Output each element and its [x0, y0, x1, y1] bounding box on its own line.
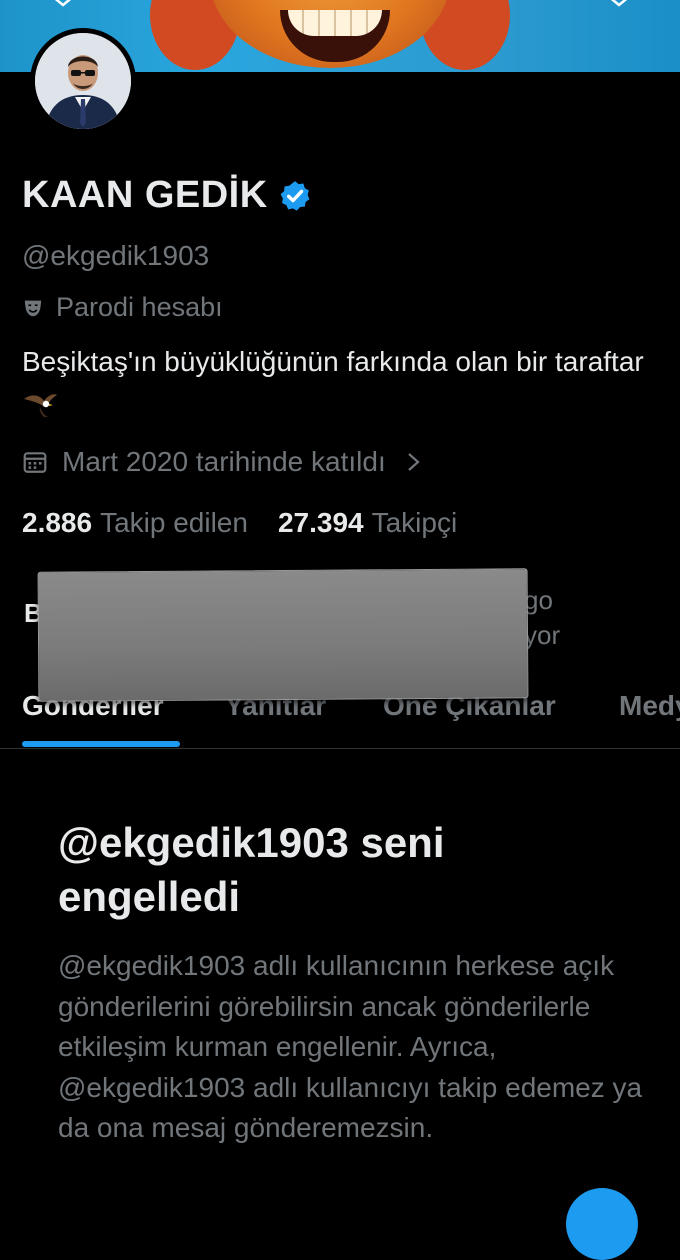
tab-media[interactable]: Medya	[619, 690, 680, 722]
parody-account-label: Parodi hesabı	[22, 292, 223, 323]
chevron-right-icon	[408, 453, 420, 471]
theater-mask-icon	[24, 300, 42, 316]
blocked-description: @ekgedik1903 adlı kullanıcının herkese a…	[58, 950, 643, 1143]
following-label: Takip edilen	[100, 507, 248, 538]
profile-name-row: KAAN GEDİK	[22, 174, 312, 217]
followed-by-text-line1: go	[524, 585, 553, 615]
following-count: 2.886	[22, 507, 93, 538]
profile-name: KAAN GEDİK	[22, 174, 268, 216]
follow-stats: 2.886 Takip edilen 27.394 Takipçi	[22, 507, 487, 539]
followers-label: Takipçi	[371, 507, 458, 538]
parody-label-text: Parodi hesabı	[56, 292, 223, 322]
following-link[interactable]: 2.886 Takip edilen	[22, 507, 248, 539]
chevron-down-icon	[610, 0, 628, 7]
chevron-down-icon	[54, 0, 72, 7]
profile-handle: @ekgedik1903	[22, 240, 210, 271]
active-tab-indicator	[22, 741, 180, 747]
profile-bio-text: Beşiktaş'ın büyüklüğünün farkında olan b…	[22, 346, 644, 377]
calendar-icon	[23, 452, 47, 473]
redaction-box	[37, 568, 529, 702]
avatar-photo	[35, 33, 131, 129]
blocked-title: @ekgedik1903 seni engelledi	[58, 819, 445, 920]
joined-date-text: Mart 2020 tarihinde katıldı	[62, 446, 386, 477]
followers-link[interactable]: 27.394 Takipçi	[278, 507, 457, 539]
profile-bio: Beşiktaş'ın büyüklüğünün farkında olan b…	[22, 340, 662, 428]
followed-by-text-line2: yor	[524, 620, 561, 650]
followers-count: 27.394	[277, 507, 364, 538]
joined-date[interactable]: Mart 2020 tarihinde katıldı	[22, 446, 422, 478]
eagle-icon	[24, 394, 57, 417]
profile-avatar[interactable]	[30, 28, 136, 134]
verified-badge-icon[interactable]	[278, 179, 312, 213]
compose-fab-icon[interactable]	[566, 1188, 638, 1260]
